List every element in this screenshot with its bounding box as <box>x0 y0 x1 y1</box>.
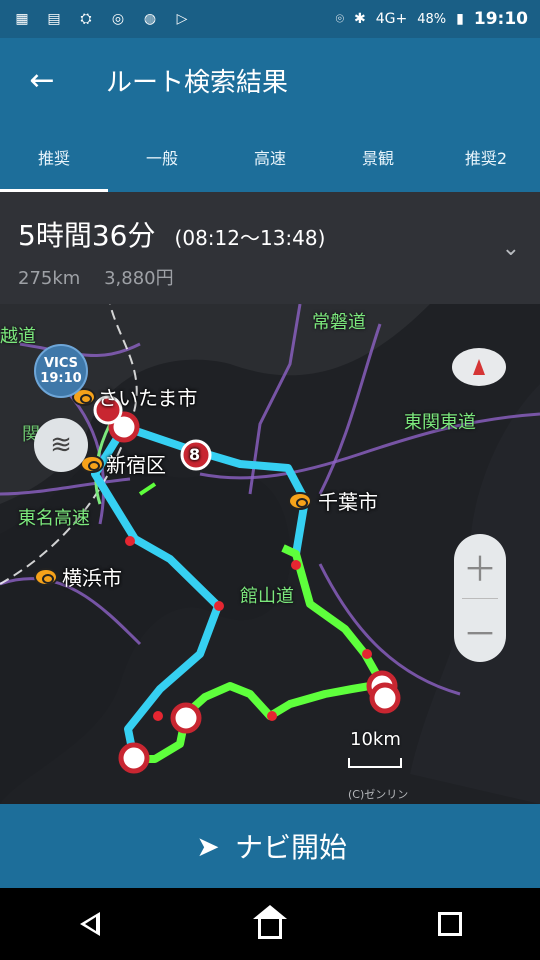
map-scale-label: 10km <box>350 729 401 750</box>
vics-time: 19:10 <box>40 371 82 386</box>
road-label-tomei: 東名高速 <box>18 508 90 529</box>
status-icons: ▦ ▤ ⛭ ◎ ◍ ▷ <box>12 9 192 29</box>
layers-icon[interactable]: ≋ <box>34 418 88 472</box>
start-navigation-button[interactable]: ➤ ナビ開始 <box>0 804 540 888</box>
bike-icon: ⛭ <box>80 11 92 27</box>
vics-label: VICS <box>43 356 79 371</box>
road-label-joban: 常磐道 <box>312 312 366 333</box>
start-navigation-label: ナビ開始 <box>234 831 347 864</box>
news-icon: ▤ <box>47 11 61 27</box>
recents-icon <box>438 912 462 936</box>
tab-highway[interactable]: 高速 <box>216 122 324 192</box>
city-label-yokohama: 横浜市 <box>62 566 122 590</box>
system-navigation-bar <box>0 888 540 960</box>
distance: 275km <box>18 268 81 289</box>
tab-general[interactable]: 一般 <box>108 122 216 192</box>
status-time: 19:10 <box>473 9 528 29</box>
status-bar: ▦ ▤ ⛭ ◎ ◍ ▷ ⌾ ✱ 4G+ 48% ▮ 19:10 <box>0 0 540 38</box>
home-icon <box>253 905 287 939</box>
play-store-icon: ▷ <box>176 11 188 27</box>
zoom-controls: ＋ － <box>454 534 506 662</box>
compass-icon[interactable] <box>452 348 506 386</box>
city-label-saitama: さいたま市 <box>98 386 198 410</box>
location-icon: ⌾ <box>335 11 345 27</box>
duration: 5時間36分 <box>18 219 156 252</box>
app-bar: ← ルート検索結果 <box>0 38 540 122</box>
route-tabs: 推奨 一般 高速 景観 推奨2 <box>0 122 540 192</box>
tab-scenic[interactable]: 景観 <box>324 122 432 192</box>
route-marker-8: 8 <box>189 445 201 464</box>
road-label-higashi-kanto: 東関東道 <box>404 412 476 433</box>
battery-icon: ▮ <box>456 11 464 27</box>
back-arrow-icon[interactable]: ← <box>0 38 84 122</box>
time-range: (08:12〜13:48) <box>174 226 326 250</box>
road-label-tateyama: 館山道 <box>240 586 294 607</box>
system-back-button[interactable] <box>65 899 115 949</box>
calendar-icon: ▦ <box>15 11 29 27</box>
bluetooth-icon: ✱ <box>354 11 366 27</box>
compass-needle-icon <box>473 359 485 375</box>
battery-text: 48% <box>417 11 447 27</box>
summary-details: 275km 3,880円 <box>18 264 522 290</box>
zoom-in-button[interactable]: ＋ <box>454 534 506 598</box>
map-copyright: (C)ゼンリン <box>348 788 409 801</box>
city-pin-chiba <box>288 492 312 510</box>
navigation-arrow-icon: ➤ <box>196 829 220 863</box>
road-label-partial-1: 越道 <box>0 326 36 347</box>
vics-button[interactable]: VICS 19:10 <box>34 344 88 398</box>
zoom-out-button[interactable]: － <box>454 599 506 663</box>
city-label-chiba: 千葉市 <box>318 490 378 514</box>
city-pin-yokohama <box>34 568 58 586</box>
route-summary[interactable]: 5時間36分 (08:12〜13:48) 275km 3,880円 ⌄ <box>0 192 540 304</box>
toll: 3,880円 <box>104 268 174 289</box>
map-scale-bar <box>348 758 402 768</box>
chevron-down-icon[interactable]: ⌄ <box>502 236 520 261</box>
status-right: ⌾ ✱ 4G+ 48% ▮ 19:10 <box>336 9 528 29</box>
instagram-icon: ◎ <box>111 11 125 27</box>
back-triangle-icon <box>80 912 100 936</box>
network-indicator: 4G+ <box>375 11 408 27</box>
page-title: ルート検索結果 <box>106 67 289 98</box>
system-home-button[interactable] <box>245 899 295 949</box>
system-recents-button[interactable] <box>425 899 475 949</box>
city-label-shinjuku: 新宿区 <box>106 453 166 477</box>
tab-recommended[interactable]: 推奨 <box>0 122 108 192</box>
line-icon: ◍ <box>143 11 157 27</box>
tab-recommended-2[interactable]: 推奨2 <box>432 122 540 192</box>
